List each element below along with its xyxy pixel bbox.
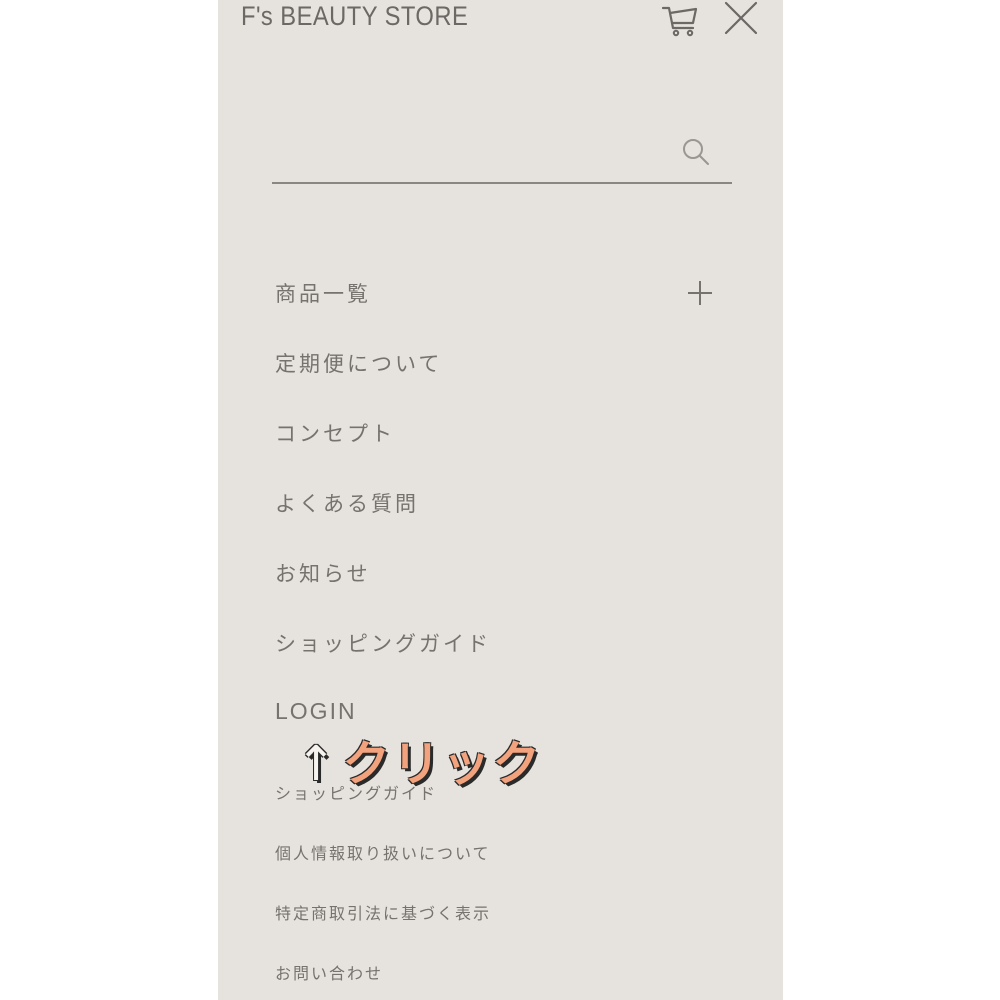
search-input[interactable]: [272, 130, 666, 172]
menu-item-faq[interactable]: よくある質問: [275, 482, 725, 552]
footer-link-privacy[interactable]: 個人情報取り扱いについて: [275, 836, 725, 896]
menu-item-news[interactable]: お知らせ: [275, 552, 725, 622]
menu-item-concept[interactable]: コンセプト: [275, 412, 725, 482]
page: F's BEAUTY STORE 商品一覧 定期便について コンセプト よくある…: [0, 0, 1000, 1000]
menu-item-shopping-guide[interactable]: ショッピングガイド: [275, 622, 725, 692]
footer-link-label: 個人情報取り扱いについて: [275, 844, 491, 863]
search-bar: [272, 120, 732, 184]
footer-link-commerce-law[interactable]: 特定商取引法に基づく表示: [275, 896, 725, 956]
cart-button[interactable]: [661, 2, 699, 38]
menu-item-label: LOGIN: [275, 698, 357, 724]
menu-item-label: 定期便について: [275, 352, 443, 376]
footer-link-shopping-guide[interactable]: ショッピングガイド: [275, 776, 725, 836]
menu-item-label: ショッピングガイド: [275, 632, 491, 656]
store-logo[interactable]: F's BEAUTY STORE: [241, 1, 468, 32]
footer-links: ショッピングガイド 個人情報取り扱いについて 特定商取引法に基づく表示 お問い合…: [275, 776, 725, 1000]
footer-link-label: ショッピングガイド: [275, 784, 438, 803]
search-icon[interactable]: [680, 136, 712, 168]
menu-item-label: 商品一覧: [275, 282, 371, 306]
close-menu-button[interactable]: [723, 0, 759, 36]
main-nav: 商品一覧 定期便について コンセプト よくある質問 お知らせ ショッピングガイド: [275, 272, 725, 762]
footer-link-label: お問い合わせ: [275, 964, 384, 983]
menu-item-subscription[interactable]: 定期便について: [275, 342, 725, 412]
footer-link-contact[interactable]: お問い合わせ: [275, 956, 725, 1000]
plus-icon[interactable]: [687, 280, 713, 306]
drawer-menu-panel: F's BEAUTY STORE 商品一覧 定期便について コンセプト よくある…: [218, 0, 783, 1000]
cart-icon: [661, 6, 698, 37]
menu-item-products[interactable]: 商品一覧: [275, 272, 725, 342]
footer-link-label: 特定商取引法に基づく表示: [275, 904, 492, 923]
menu-item-label: コンセプト: [275, 422, 395, 446]
close-icon: [724, 1, 758, 35]
menu-item-label: よくある質問: [275, 492, 419, 516]
menu-item-label: お知らせ: [275, 562, 371, 586]
